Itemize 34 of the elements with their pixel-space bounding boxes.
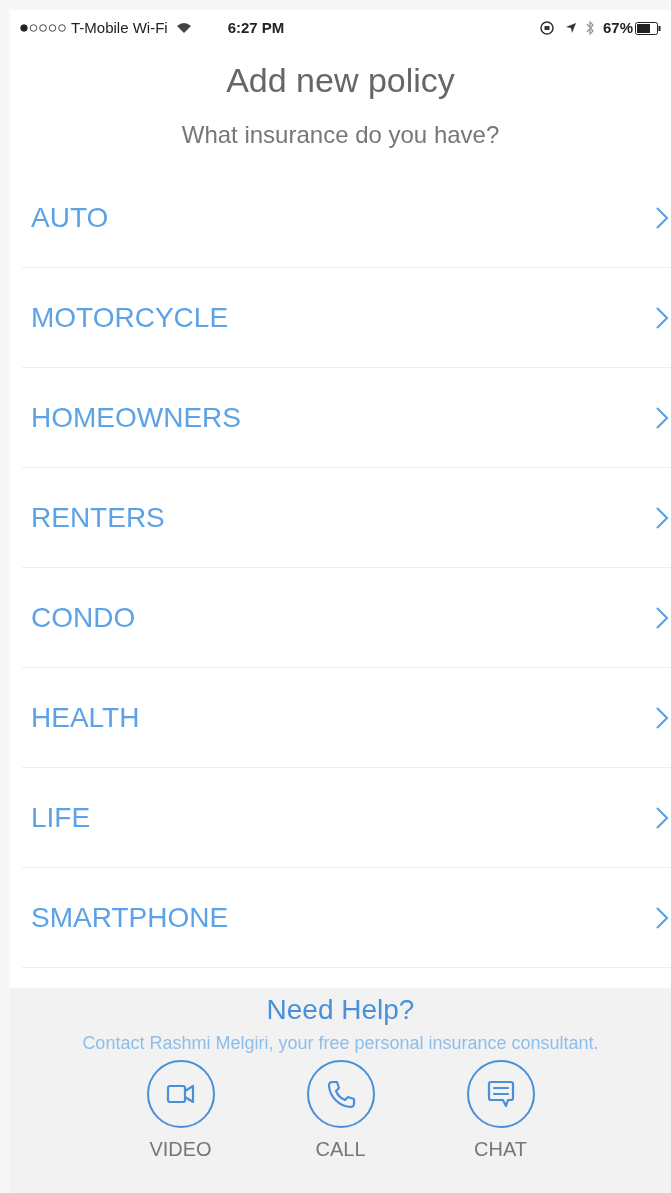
contact-action-button[interactable]: CALL — [305, 1060, 376, 1164]
bluetooth-icon — [584, 20, 595, 36]
chevron-right-icon — [655, 205, 669, 230]
policy-type-item[interactable]: CONDO — [22, 568, 671, 668]
carrier-name: T-Mobile Wi-Fi — [71, 17, 168, 38]
chevron-right-icon — [655, 705, 669, 730]
wifi-icon — [175, 22, 192, 34]
chevron-right-icon — [655, 405, 669, 430]
policy-type-item[interactable]: HEALTH — [22, 668, 671, 768]
signal-strength-icon — [20, 24, 68, 32]
chevron-right-icon — [655, 805, 669, 830]
rotation-lock-icon — [538, 20, 555, 36]
battery-icon — [635, 21, 661, 35]
chevron-right-icon — [655, 505, 669, 530]
chevron-right-icon — [655, 905, 669, 930]
help-text: Contact Rashmi Melgiri, your free personal insurance consultant. — [81, 1032, 600, 1055]
battery-percentage: 67% — [602, 17, 633, 38]
clock-time: 6:27 PM — [227, 17, 285, 38]
contact-action-button[interactable]: CHAT — [465, 1060, 536, 1164]
chat-bubble-icon — [485, 1079, 516, 1109]
page-title: Add new policy — [225, 60, 456, 101]
chevron-right-icon — [655, 605, 669, 630]
policy-type-item[interactable]: MOTORCYCLE — [22, 268, 671, 368]
help-title: Need Help? — [266, 993, 415, 1027]
contact-action-button[interactable]: VIDEO — [145, 1060, 216, 1164]
phone-icon — [325, 1079, 356, 1109]
policy-type-item[interactable]: HOMEOWNERS — [22, 368, 671, 468]
policy-type-item[interactable]: SMARTPHONE — [22, 868, 671, 968]
policy-type-item[interactable]: AUTO — [22, 168, 671, 268]
policy-type-item[interactable]: LIFE — [22, 768, 671, 868]
policy-type-item[interactable]: RENTERS — [22, 468, 671, 568]
page-subtitle: What insurance do you have? — [180, 120, 501, 150]
location-arrow-icon — [564, 22, 577, 34]
chevron-right-icon — [655, 305, 669, 330]
